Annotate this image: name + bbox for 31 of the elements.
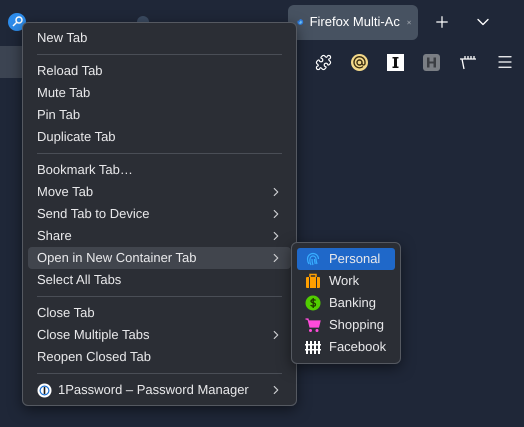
active-tab[interactable]: Firefox Multi-Ac: [288, 4, 418, 40]
menu-item[interactable]: Share: [28, 225, 291, 247]
menu-item[interactable]: Reload Tab: [28, 60, 291, 82]
letter-h-square-icon[interactable]: [423, 54, 440, 70]
container-item[interactable]: Shopping: [297, 314, 395, 336]
at-sign-icon[interactable]: [351, 54, 368, 70]
menu-item[interactable]: 1Password – Password Manager: [28, 379, 291, 401]
menu-item[interactable]: Pin Tab: [28, 104, 291, 126]
menu-item[interactable]: Move Tab: [28, 181, 291, 203]
menu-icon[interactable]: [496, 53, 514, 71]
container-item[interactable]: Personal: [297, 248, 395, 270]
menu-item[interactable]: Open in New Container Tab: [28, 247, 291, 269]
keyhole-icon: [37, 382, 52, 398]
menu-item[interactable]: Close Multiple Tabs: [28, 324, 291, 346]
menu-item[interactable]: Select All Tabs: [28, 269, 291, 291]
container-item[interactable]: Banking: [297, 292, 395, 314]
menu-item[interactable]: Mute Tab: [28, 82, 291, 104]
menu-item[interactable]: Close Tab: [28, 302, 291, 324]
menu-item[interactable]: Duplicate Tab: [28, 126, 291, 148]
ruler-icon[interactable]: [459, 54, 477, 70]
new-tab-icon[interactable]: [433, 13, 451, 31]
container-item[interactable]: Facebook: [297, 336, 395, 358]
menu-item[interactable]: Reopen Closed Tab: [28, 346, 291, 368]
menu-item[interactable]: Bookmark Tab…: [28, 159, 291, 181]
tab-title: Firefox Multi-Ac: [310, 13, 400, 32]
menu-item[interactable]: Send Tab to Device: [28, 203, 291, 225]
serif-i-icon[interactable]: [387, 54, 404, 70]
container-item[interactable]: Work: [297, 270, 395, 292]
menu-item[interactable]: New Tab: [28, 27, 291, 49]
tab-favicon-icon[interactable]: [8, 13, 26, 31]
puzzle-icon[interactable]: [315, 54, 332, 70]
